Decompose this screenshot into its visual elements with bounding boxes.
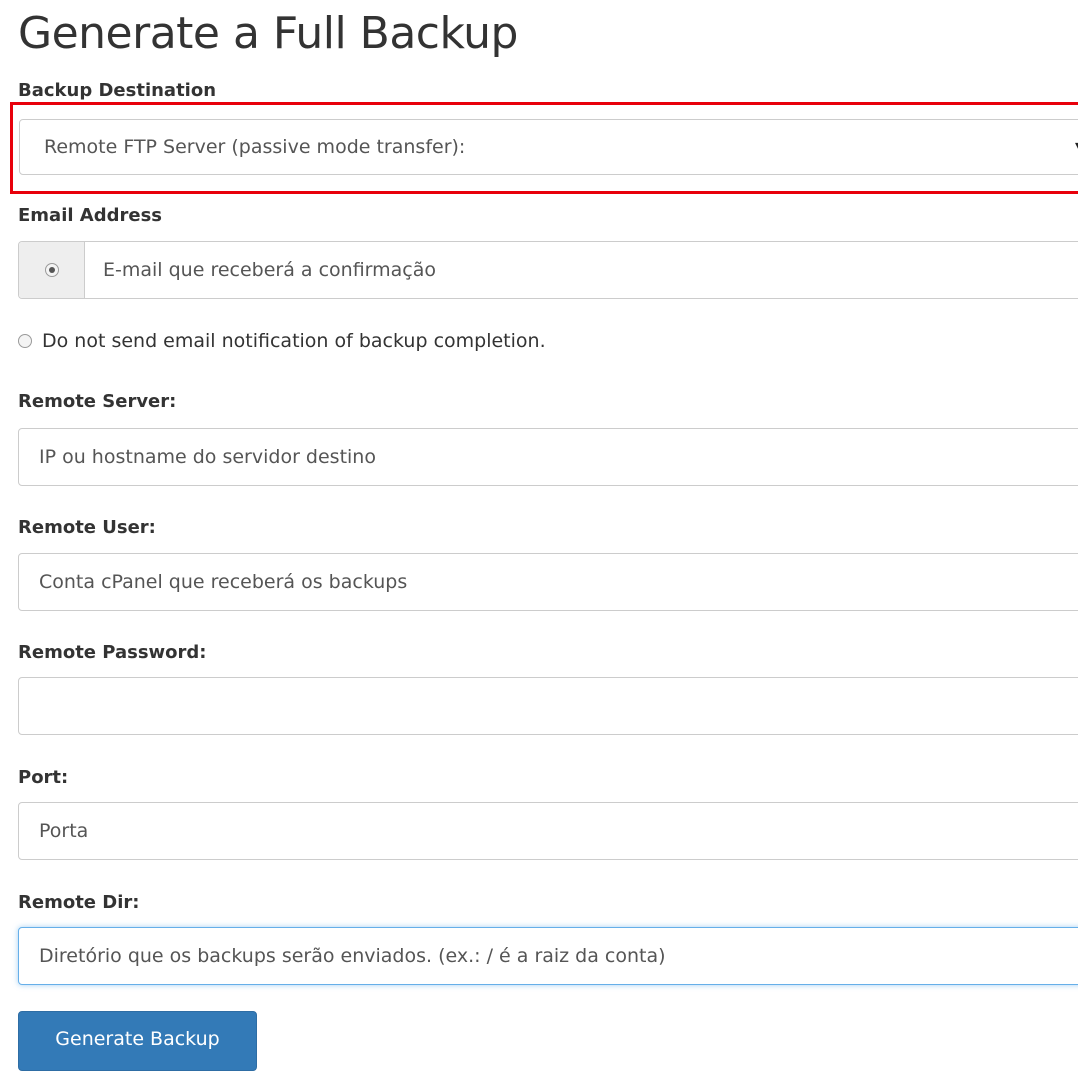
remote-dir-placeholder: Diretório que os backups serão enviados.… xyxy=(39,945,666,967)
generate-backup-button[interactable]: Generate Backup xyxy=(18,1011,257,1071)
highlight-box: Remote FTP Server (passive mode transfer… xyxy=(10,102,1078,194)
no-email-radio[interactable] xyxy=(18,334,32,348)
email-input-group: E-mail que receberá a confirmação xyxy=(18,241,1078,299)
backup-destination-label: Backup Destination xyxy=(18,80,217,101)
email-address-label: Email Address xyxy=(18,205,163,226)
generate-backup-label: Generate Backup xyxy=(55,1028,220,1050)
remote-server-label: Remote Server: xyxy=(18,391,177,412)
remote-dir-input[interactable]: Diretório que os backups serão enviados.… xyxy=(18,927,1078,985)
email-radio-addon xyxy=(19,242,85,298)
port-input[interactable]: Porta xyxy=(18,802,1078,860)
port-label: Port: xyxy=(18,767,69,788)
email-field[interactable]: E-mail que receberá a confirmação xyxy=(85,242,1078,298)
no-email-option[interactable]: Do not send email notification of backup… xyxy=(18,330,546,352)
remote-password-label: Remote Password: xyxy=(18,642,207,663)
email-radio[interactable] xyxy=(44,263,59,277)
remote-server-input[interactable]: IP ou hostname do servidor destino xyxy=(18,428,1078,486)
page-title: Generate a Full Backup xyxy=(18,8,518,59)
remote-password-input[interactable] xyxy=(18,677,1078,735)
remote-dir-label: Remote Dir: xyxy=(18,892,140,913)
backup-destination-value: Remote FTP Server (passive mode transfer… xyxy=(44,136,466,158)
remote-user-placeholder: Conta cPanel que receberá os backups xyxy=(39,571,408,593)
email-placeholder: E-mail que receberá a confirmação xyxy=(103,259,437,281)
remote-user-input[interactable]: Conta cPanel que receberá os backups xyxy=(18,553,1078,611)
remote-server-placeholder: IP ou hostname do servidor destino xyxy=(39,446,376,468)
port-placeholder: Porta xyxy=(39,820,89,842)
remote-user-label: Remote User: xyxy=(18,517,156,538)
no-email-label: Do not send email notification of backup… xyxy=(42,330,546,352)
backup-destination-select[interactable]: Remote FTP Server (passive mode transfer… xyxy=(19,119,1078,175)
